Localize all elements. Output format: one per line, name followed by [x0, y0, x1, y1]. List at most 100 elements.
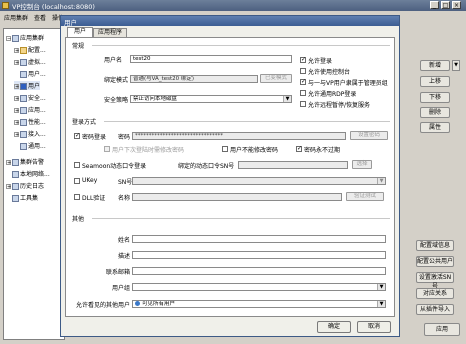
tree-item-general[interactable]: 通用... — [20, 141, 46, 150]
config-domain-button[interactable]: 配置域信息 — [416, 240, 454, 251]
menu-view[interactable]: 查看 — [34, 13, 46, 22]
ukey-sn-label: SN号 — [118, 179, 133, 186]
cancel-button[interactable]: 取消 — [357, 321, 391, 333]
dll-checkbox[interactable] — [74, 194, 80, 200]
tree-item-usergroup[interactable]: 用户... — [20, 69, 46, 78]
tree-label: 工具集 — [20, 195, 39, 202]
tree-item-history[interactable]: + 历史日志 — [6, 181, 44, 190]
properties-button[interactable]: 属性 — [420, 122, 450, 133]
email-label: 联系邮箱 — [106, 269, 131, 276]
fullname-input[interactable] — [132, 235, 386, 243]
visible-users-value: 可见所有用户 — [142, 301, 176, 307]
tree-item-security[interactable]: + 安全... — [14, 93, 46, 102]
tree-item-virtual[interactable]: + 虚拟... — [14, 57, 46, 66]
set-password-button[interactable]: 设置密码 — [350, 131, 388, 140]
seamoon-select-button[interactable]: 选择 — [352, 160, 372, 169]
ok-button[interactable]: 确定 — [317, 321, 351, 333]
allow-login-label: 允许登录 — [308, 58, 333, 65]
app-icon — [20, 107, 27, 114]
maximize-button[interactable]: □ — [441, 1, 450, 9]
visible-users-label: 允许看见的其他用户 — [76, 302, 131, 309]
import-plugin-button[interactable]: 从插件导入 — [416, 304, 454, 315]
alarm-icon — [12, 159, 19, 166]
tree-item-tools[interactable]: 工具集 — [12, 193, 38, 202]
tree-item-perf[interactable]: + 性能... — [14, 117, 46, 126]
tree-label: 虚拟... — [28, 59, 46, 66]
move-down-button[interactable]: 下移 — [420, 92, 450, 103]
tree-label: 集群告警 — [20, 159, 45, 166]
cannot-change-password-checkbox[interactable] — [222, 146, 228, 152]
dll-test-button[interactable]: 验证测试 — [346, 192, 384, 201]
admin-group-checkbox[interactable]: ✓ — [300, 79, 306, 85]
allow-console-checkbox[interactable] — [300, 68, 306, 74]
network-icon — [12, 171, 19, 178]
binding-mode-button[interactable]: 已变模式 — [260, 74, 292, 83]
dll-name-field — [132, 193, 342, 201]
menu-cluster[interactable]: 应用集群 — [4, 13, 28, 22]
seamoon-checkbox[interactable] — [74, 162, 80, 168]
add-button[interactable]: 新增 — [420, 60, 450, 71]
expand-icon[interactable]: + — [14, 84, 19, 90]
tree-label: 性能... — [28, 119, 46, 126]
seamoon-sn-field — [238, 161, 348, 169]
password-never-expires-checkbox[interactable]: ✓ — [296, 146, 302, 152]
must-change-password-label: 用户下次登陆时需修改密码 — [112, 147, 185, 154]
user-group-select[interactable]: ▼ — [132, 283, 386, 291]
ukey-checkbox[interactable] — [74, 178, 80, 184]
tab-applications[interactable]: 应用程序 — [93, 28, 127, 37]
tree-item-network[interactable]: 本地网络... — [12, 169, 50, 178]
password-login-checkbox[interactable]: ✓ — [74, 133, 80, 139]
expand-icon[interactable]: + — [14, 48, 19, 54]
set-activation-sn-button[interactable]: 设置激活SN号 — [416, 272, 454, 290]
user-dialog: 用户 用户 应用程序 常规 用户名 test20 绑定模式 普通(与VA_tes… — [60, 15, 400, 337]
tree-item-access[interactable]: + 接入... — [14, 129, 46, 138]
tree-item-user[interactable]: + 用户 — [14, 81, 41, 90]
expand-icon[interactable]: + — [14, 120, 19, 126]
window-titlebar: VP控制台 (localhost:8080) _ □ × — [0, 0, 466, 11]
apply-button[interactable]: 应用 — [424, 323, 460, 336]
minimize-button[interactable]: _ — [430, 1, 439, 9]
tree-item-config[interactable]: + 配置... — [14, 45, 46, 54]
security-policy-select[interactable]: 禁止访问本地磁盘 ▼ — [130, 95, 292, 103]
expand-icon[interactable]: + — [14, 108, 19, 114]
collapse-icon[interactable]: − — [6, 36, 11, 42]
general-heading: 常规 — [72, 43, 85, 50]
dll-name-label: 名称 — [118, 195, 131, 202]
cannot-change-password-label: 用户不能修改密码 — [230, 147, 279, 154]
expand-icon[interactable]: + — [14, 96, 19, 102]
expand-icon[interactable]: + — [6, 160, 11, 166]
close-button[interactable]: × — [452, 1, 461, 9]
username-input[interactable]: test20 — [130, 55, 292, 63]
visible-users-select[interactable]: 可见所有用户 ▼ — [132, 300, 386, 308]
delete-button[interactable]: 删除 — [420, 107, 450, 118]
allow-console-label: 允许使用控制台 — [308, 69, 351, 76]
mapping-button[interactable]: 对应关系 — [416, 288, 454, 299]
dropdown-arrow-icon: ▼ — [377, 284, 385, 290]
divider — [92, 218, 390, 219]
binding-mode-field: 普通(与VA_test20 绑定) — [130, 75, 258, 83]
add-dropdown-arrow-icon[interactable]: ▼ — [452, 60, 460, 71]
tree-item-cluster[interactable]: − 应用集群 — [6, 33, 44, 42]
expand-icon[interactable]: + — [6, 184, 11, 190]
tab-user[interactable]: 用户 — [67, 27, 93, 37]
must-change-password-checkbox[interactable] — [104, 146, 110, 152]
password-never-expires-label: 密码永不过期 — [304, 147, 341, 154]
expand-icon[interactable]: + — [14, 60, 19, 66]
allow-rdp-checkbox[interactable] — [300, 90, 306, 96]
user-icon — [135, 301, 140, 306]
chart-icon — [20, 119, 27, 126]
username-label: 用户名 — [104, 57, 123, 64]
user-icon — [20, 83, 27, 90]
password-label: 密码 — [118, 134, 131, 141]
tree-item-alarm[interactable]: + 集群告警 — [6, 157, 44, 166]
allow-remote-pause-checkbox[interactable] — [300, 101, 306, 107]
expand-icon[interactable]: + — [14, 132, 19, 138]
config-public-user-button[interactable]: 配置公共用户 — [416, 256, 454, 267]
move-up-button[interactable]: 上移 — [420, 76, 450, 87]
allow-login-checkbox[interactable]: ✓ — [300, 57, 306, 63]
email-input[interactable] — [132, 267, 386, 275]
description-input[interactable] — [132, 251, 386, 259]
login-heading: 登录方式 — [72, 119, 97, 126]
tree-item-app[interactable]: + 应用... — [14, 105, 46, 114]
dropdown-arrow-icon: ▼ — [377, 301, 385, 307]
